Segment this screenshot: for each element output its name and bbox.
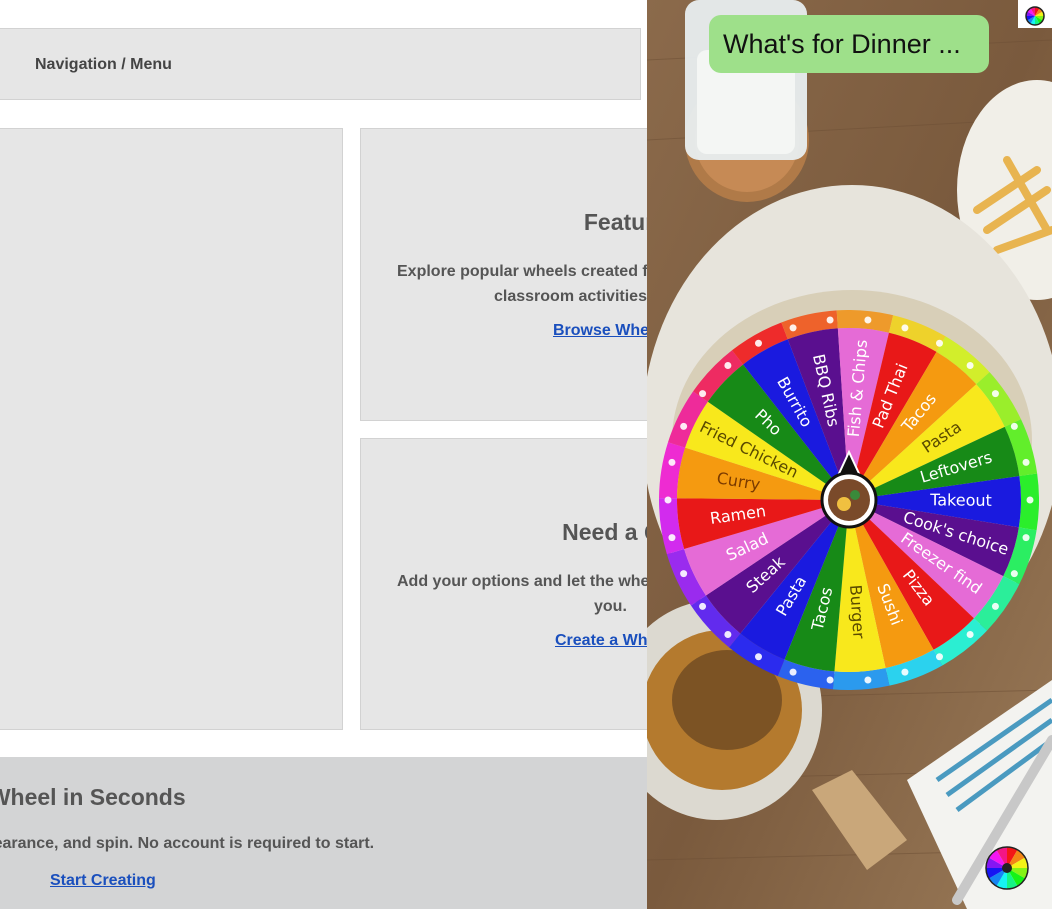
wheel-title: What's for Dinner ... [709,15,989,73]
navigation-bar: Navigation / Menu [0,28,641,100]
wheel-rim-light [1010,422,1018,430]
create-wheel-section-title: ate a Wheel in Seconds [0,784,186,810]
wheel-rim-light [826,316,834,324]
quick-decision-desc-line1: Add your options and let the whe [397,573,650,590]
featured-wheels-desc-line2: classroom activities, [494,288,652,305]
wheel-rim-light [864,676,872,684]
color-wheel-menu-icon[interactable] [984,845,1030,891]
quick-decision-card: Need a Quick D Add your options and let … [360,438,680,730]
featured-wheels-description: Explore popular wheels created f classro… [397,259,679,309]
wheel-rim-light [901,324,909,332]
wheel-rim-light [699,390,707,398]
browse-wheels-link[interactable]: Browse Whe [553,322,649,340]
wheel-rim-light [789,668,797,676]
spin-wheel[interactable]: TakeoutCook's choiceFreezer findPizzaSus… [659,310,1039,690]
wheel-rim-light [680,422,688,430]
wheel-rim-light [966,631,974,639]
wheel-rim-light [755,653,762,661]
color-wheel-center [1002,863,1012,873]
wheel-rim-light [1026,496,1034,504]
wheel-hub-food-detail [850,490,860,500]
wheel-rim-light [864,316,872,324]
featured-wheels-title: Featured W [583,209,680,235]
quick-decision-desc-line2: you. [594,598,627,615]
wheel-rim-light [991,602,999,610]
corner-color-wheel-icon[interactable] [1018,0,1052,28]
wheel-rim-light [789,324,797,332]
left-content-panel [0,128,343,730]
wheel-segment-label: Takeout [929,490,992,510]
wheel-rim-light [936,653,943,661]
create-wheel-section-description: he appearance, and spin. No account is r… [0,835,375,852]
wheel-rim-light [1022,458,1030,466]
wheel-rim-light [724,631,732,639]
dinner-wheel-overlay: What's for Dinner ... Takeout Cook's choi… [647,0,1052,909]
wheel-segment-label: Burger [846,584,868,640]
featured-wheels-card: Featured W Explore popular wheels create… [360,128,680,421]
wheel-rim-light [680,570,688,578]
wheel-rim-light [966,361,974,369]
quick-decision-description: Add your options and let the whe you. [397,569,679,619]
wheel-rim-light [1022,534,1030,542]
wheel-rim-light [826,676,834,684]
create-wheel-section: ate a Wheel in Seconds he appearance, an… [0,757,700,909]
wheel-rim-light [724,361,732,369]
navigation-menu-label[interactable]: Navigation / Menu [35,56,172,74]
quick-decision-title: Need a Quick D [562,519,679,545]
wheel-rim-light [1010,570,1018,578]
wheel-rim-light [668,458,676,466]
wheel-rim-light [901,668,909,676]
wheel-rim-light [936,339,943,347]
wheel-hub-food-detail [837,497,851,511]
wheel-rim-light [991,390,999,398]
wheel-rim-light [664,496,672,504]
wheel-rim-light [755,339,762,347]
wheel-rim-light [699,602,707,610]
create-wheel-link[interactable]: Create a Wh [555,632,647,650]
featured-wheels-desc-line1: Explore popular wheels created f [397,263,648,280]
wheel-rim-light [668,534,676,542]
start-creating-link[interactable]: Start Creating [50,872,156,890]
